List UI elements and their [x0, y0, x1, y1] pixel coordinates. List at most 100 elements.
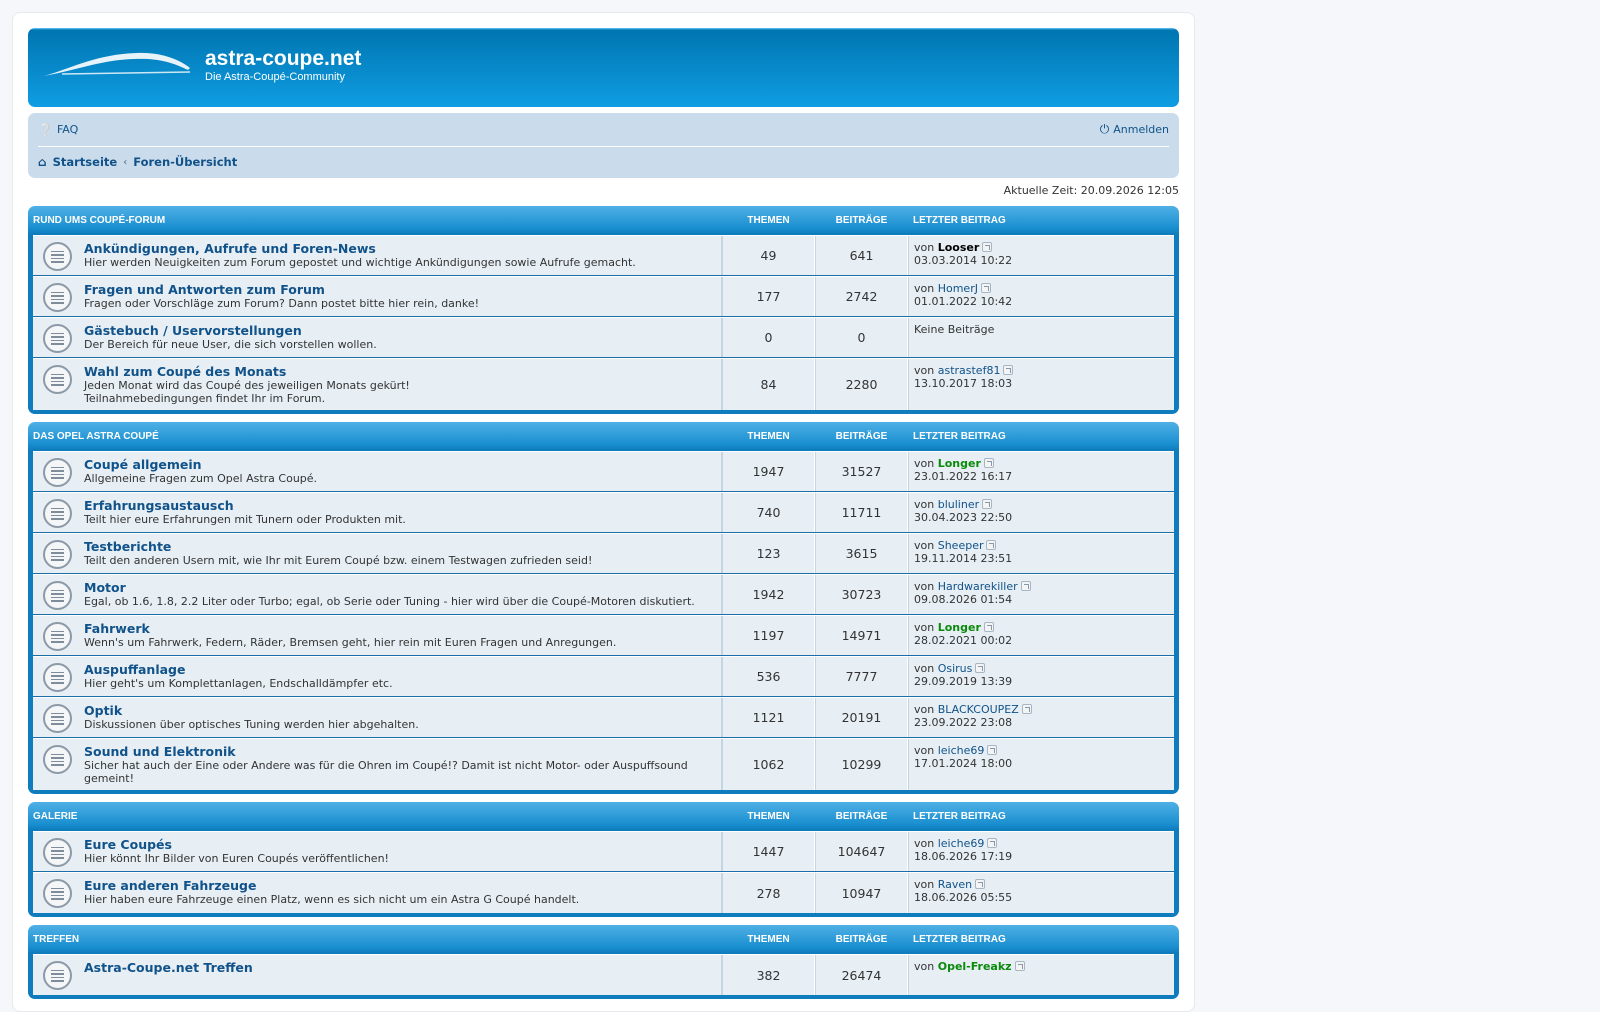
forum-read-icon — [43, 961, 72, 990]
login-link[interactable]: ⏻ Anmelden — [1100, 122, 1169, 137]
topics-count: 382 — [722, 955, 815, 995]
forum-title-link[interactable]: Eure anderen Fahrzeuge — [84, 878, 579, 893]
view-latest-post-icon[interactable] — [983, 458, 994, 468]
topics-count: 49 — [722, 236, 815, 275]
forum-description: Hier werden Neuigkeiten zum Forum gepost… — [84, 256, 636, 269]
last-post-date: 19.11.2014 23:51 — [914, 552, 1013, 565]
forum-read-icon — [43, 581, 72, 610]
forum-text: Eure anderen Fahrzeuge Hier haben eure Fa… — [84, 878, 579, 908]
last-post-author[interactable]: HomerJ — [938, 282, 978, 295]
forum-title-link[interactable]: Ankündigungen, Aufrufe und Foren-News — [84, 241, 636, 256]
site-title[interactable]: astra-coupe.net — [205, 47, 361, 71]
forum-name-cell: Ankündigungen, Aufrufe und Foren-News Hie… — [33, 236, 722, 275]
category-title[interactable]: GALERIE — [33, 811, 722, 822]
last-post-date: 30.04.2023 22:50 — [914, 511, 1013, 524]
last-post-author[interactable]: Opel-Freakz — [938, 960, 1012, 973]
by-label: von — [914, 241, 938, 254]
view-latest-post-icon[interactable] — [1021, 704, 1032, 714]
column-header-topics: THEMEN — [747, 934, 790, 945]
forum-description: Egal, ob 1.6, 1.8, 2.2 Liter oder Turbo;… — [84, 595, 695, 608]
last-post-date: 03.03.2014 10:22 — [914, 254, 1013, 267]
view-latest-post-icon[interactable] — [983, 622, 994, 632]
forum-name-cell: Optik Diskussionen über optisches Tuning … — [33, 698, 722, 737]
forum-title-link[interactable]: Auspuffanlage — [84, 662, 393, 677]
view-latest-post-icon[interactable] — [1014, 961, 1025, 971]
forum-title-link[interactable]: Coupé allgemein — [84, 457, 317, 472]
forum-title-link[interactable]: Fahrwerk — [84, 621, 616, 636]
view-latest-post-icon[interactable] — [987, 745, 998, 755]
last-post-author[interactable]: Hardwarekiller — [938, 580, 1018, 593]
last-post-date: 28.02.2021 00:02 — [914, 634, 1013, 647]
forum-title-link[interactable]: Motor — [84, 580, 695, 595]
last-post-author[interactable]: Osirus — [938, 662, 973, 675]
view-latest-post-icon[interactable] — [1020, 581, 1031, 591]
by-label: von — [914, 621, 938, 634]
forum-name-cell: Erfahrungsaustausch Teilt hier eure Erfah… — [33, 493, 722, 532]
forum-description: Teilt den anderen Usern mit, wie Ihr mit… — [84, 554, 593, 567]
view-latest-post-icon[interactable] — [1003, 365, 1014, 375]
last-post-author[interactable]: bluliner — [938, 498, 979, 511]
forum-row: Coupé allgemein Allgemeine Fragen zum Ope… — [33, 451, 1174, 492]
by-label: von — [914, 539, 938, 552]
last-post-date: 23.01.2022 16:17 — [914, 470, 1013, 483]
category-block: DAS OPEL ASTRA COUPÉ THEMEN BEITRÄGE LETZTE… — [28, 422, 1179, 794]
forum-text: Eure Coupés Hier könnt Ihr Bilder von Eur… — [84, 837, 389, 866]
forum-name-cell: Wahl zum Coupé des Monats Jeden Monat wir… — [33, 359, 722, 410]
forum-text: Coupé allgemein Allgemeine Fragen zum Ope… — [84, 457, 317, 486]
forum-text: Gästebuch / Uservorstellungen Der Bereich… — [84, 323, 377, 352]
last-post-cell: von Looser 03.03.2014 10:22 — [908, 236, 1174, 275]
breadcrumb-home[interactable]: Startseite — [53, 155, 118, 169]
last-post-author[interactable]: Raven — [938, 878, 972, 891]
view-latest-post-icon[interactable] — [987, 838, 998, 848]
posts-count: 30723 — [815, 575, 908, 614]
view-latest-post-icon[interactable] — [982, 242, 993, 252]
breadcrumb-forum-index[interactable]: Foren-Übersicht — [133, 155, 237, 169]
last-post-author[interactable]: leiche69 — [938, 744, 985, 757]
posts-count: 11711 — [815, 493, 908, 532]
last-post-author[interactable]: astrastef81 — [938, 364, 1001, 377]
last-post-cell: von BLACKCOUPEZ 23.09.2022 23:08 — [908, 698, 1174, 737]
last-post-author[interactable]: Looser — [938, 241, 980, 254]
last-post-cell: von astrastef81 13.10.2017 18:03 — [908, 359, 1174, 410]
category-title[interactable]: DAS OPEL ASTRA COUPÉ — [33, 431, 722, 442]
view-latest-post-icon[interactable] — [980, 283, 991, 293]
last-post-author[interactable]: BLACKCOUPEZ — [938, 703, 1019, 716]
faq-link[interactable]: ❔ FAQ — [38, 123, 78, 137]
last-post-author[interactable]: Longer — [938, 621, 981, 634]
last-post-author[interactable]: leiche69 — [938, 837, 985, 850]
forum-title-link[interactable]: Wahl zum Coupé des Monats — [84, 364, 410, 379]
forum-name-cell: Motor Egal, ob 1.6, 1.8, 2.2 Liter oder T… — [33, 575, 722, 614]
forum-read-icon — [43, 242, 72, 271]
forum-text: Fahrwerk Wenn's um Fahrwerk, Federn, Räde… — [84, 621, 616, 650]
view-latest-post-icon[interactable] — [975, 879, 986, 889]
view-latest-post-icon[interactable] — [975, 663, 986, 673]
forum-row: Optik Diskussionen über optisches Tuning … — [33, 697, 1174, 738]
column-header-posts: BEITRÄGE — [835, 431, 888, 442]
column-header-last-post: LETZTER BEITRAG — [913, 215, 1006, 226]
topics-count: 1062 — [722, 739, 815, 790]
view-latest-post-icon[interactable] — [982, 499, 993, 509]
posts-count: 3615 — [815, 534, 908, 573]
category-title[interactable]: TREFFEN — [33, 934, 722, 945]
by-label: von — [914, 580, 938, 593]
last-post-author[interactable]: Longer — [938, 457, 981, 470]
forum-title-link[interactable]: Erfahrungsaustausch — [84, 498, 406, 513]
forum-row: Eure Coupés Hier könnt Ihr Bilder von Eur… — [33, 831, 1174, 872]
forum-title-link[interactable]: Gästebuch / Uservorstellungen — [84, 323, 377, 338]
last-post-author[interactable]: Sheeper — [938, 539, 984, 552]
last-post-cell: von HomerJ 01.01.2022 10:42 — [908, 277, 1174, 316]
forum-title-link[interactable]: Testberichte — [84, 539, 592, 554]
category-title[interactable]: RUND UMS COUPÉ-FORUM — [33, 215, 722, 226]
by-label: von — [914, 960, 938, 973]
forum-title-link[interactable]: Sound und Elektronik — [84, 744, 688, 759]
forum-title-link[interactable]: Optik — [84, 703, 419, 718]
forum-row: Ankündigungen, Aufrufe und Foren-News Hie… — [33, 235, 1174, 276]
view-latest-post-icon[interactable] — [986, 540, 997, 550]
forum-title-link[interactable]: Fragen und Antworten zum Forum — [84, 282, 479, 297]
column-header-topics: THEMEN — [747, 431, 790, 442]
forum-title-link[interactable]: Eure Coupés — [84, 837, 389, 852]
forum-read-icon — [43, 283, 72, 312]
site-logo[interactable] — [42, 50, 192, 80]
forum-title-link[interactable]: Astra-Coupe.net Treffen — [84, 960, 253, 975]
forum-read-icon — [43, 745, 72, 774]
